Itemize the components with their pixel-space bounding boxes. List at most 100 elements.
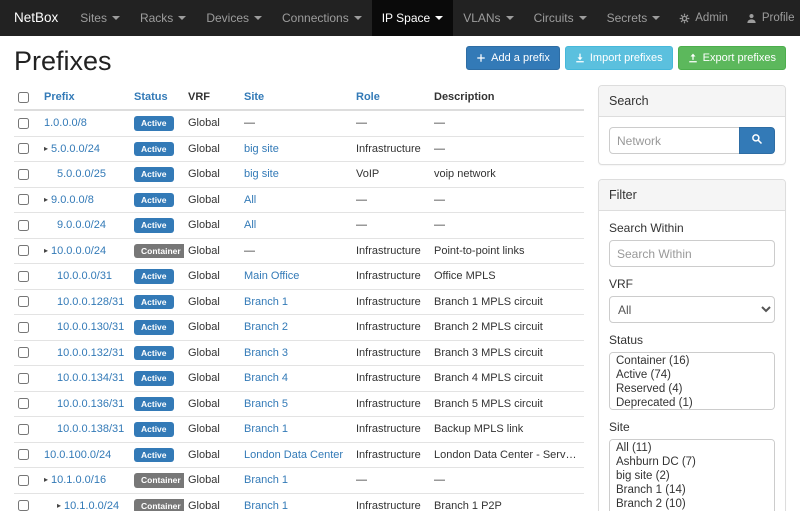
search-input-group — [609, 127, 775, 154]
row-checkbox[interactable] — [18, 296, 29, 307]
prefix-link[interactable]: 10.1.0.0/24 — [64, 500, 119, 511]
site-link[interactable]: Branch 1 — [244, 474, 288, 486]
listbox-option[interactable]: Reserved (4) — [610, 382, 774, 396]
prefix-link[interactable]: 10.0.0.134/31 — [57, 372, 124, 384]
profile-link[interactable]: Profile — [737, 0, 800, 36]
column-header-label[interactable]: Role — [356, 91, 380, 103]
prefix-link[interactable]: 5.0.0.0/25 — [57, 168, 106, 180]
row-select-cell — [14, 187, 40, 213]
listbox-option[interactable]: Container (16) — [610, 354, 774, 368]
listbox-option[interactable]: Active (74) — [610, 368, 774, 382]
caret-down-icon — [354, 16, 362, 20]
listbox-option[interactable]: All (11) — [610, 441, 774, 455]
netbox-app: NetBox Sites Racks Devices Connections IP Sp… — [0, 0, 800, 511]
vrf-select[interactable]: All — [609, 296, 775, 323]
site-link[interactable]: Branch 2 — [244, 321, 288, 333]
nav-item-secrets[interactable]: Secrets — [597, 0, 671, 36]
nav-item-label: Connections — [282, 11, 349, 25]
row-checkbox[interactable] — [18, 271, 29, 282]
column-header-label[interactable]: Status — [134, 91, 168, 103]
prefix-link[interactable]: 10.1.0.0/16 — [51, 474, 106, 486]
site-link[interactable]: Main Office — [244, 270, 299, 282]
role-cell: Infrastructure — [352, 289, 430, 315]
prefix-link[interactable]: 9.0.0.0/24 — [57, 219, 106, 231]
row-checkbox[interactable] — [18, 143, 29, 154]
columns: PrefixStatusVRFSiteRoleDescription 1.0.0… — [14, 85, 786, 511]
search-button[interactable] — [739, 127, 775, 154]
site-link[interactable]: big site — [244, 143, 279, 155]
nav-item-racks[interactable]: Racks — [130, 0, 196, 36]
nav-item-label: Racks — [140, 11, 173, 25]
page-header: Prefixes Add a prefixImport prefixesExpo… — [14, 38, 786, 85]
row-checkbox[interactable] — [18, 220, 29, 231]
listbox-option[interactable]: Ashburn DC (7) — [610, 455, 774, 469]
export-prefixes-button[interactable]: Export prefixes — [678, 46, 786, 70]
description-cell: Branch 5 MPLS circuit — [430, 391, 584, 417]
column-header-label[interactable]: Prefix — [44, 91, 75, 103]
row-checkbox[interactable] — [18, 194, 29, 205]
site-link[interactable]: big site — [244, 168, 279, 180]
search-within-input[interactable] — [609, 240, 775, 267]
row-checkbox[interactable] — [18, 245, 29, 256]
brand-link[interactable]: NetBox — [6, 0, 70, 36]
row-checkbox[interactable] — [18, 347, 29, 358]
column-header-label[interactable]: Site — [244, 91, 264, 103]
row-checkbox[interactable] — [18, 118, 29, 129]
site-link[interactable]: All — [244, 219, 256, 231]
status-listbox[interactable]: Container (16)Active (74)Reserved (4)Dep… — [609, 352, 775, 410]
site-link[interactable]: Branch 1 — [244, 423, 288, 435]
import-prefixes-button[interactable]: Import prefixes — [565, 46, 673, 70]
status-badge: Active — [134, 295, 174, 310]
site-cell: big site — [240, 136, 352, 162]
search-input[interactable] — [609, 127, 740, 154]
table-row: ▸5.0.0.0/24ActiveGlobalbig siteInfrastru… — [14, 136, 584, 162]
prefix-link[interactable]: 9.0.0.0/8 — [51, 194, 94, 206]
row-checkbox[interactable] — [18, 169, 29, 180]
row-checkbox[interactable] — [18, 424, 29, 435]
site-link[interactable]: Branch 4 — [244, 372, 288, 384]
role-cell: — — [352, 468, 430, 494]
prefix-link[interactable]: 5.0.0.0/24 — [51, 143, 100, 155]
nav-item-circuits[interactable]: Circuits — [524, 0, 597, 36]
site-link[interactable]: All — [244, 194, 256, 206]
row-checkbox[interactable] — [18, 322, 29, 333]
site-link[interactable]: London Data Center — [244, 449, 343, 461]
row-select-cell — [14, 162, 40, 188]
row-checkbox[interactable] — [18, 398, 29, 409]
prefix-link[interactable]: 10.0.0.132/31 — [57, 347, 124, 359]
prefix-link[interactable]: 10.0.0.128/31 — [57, 296, 124, 308]
site-link[interactable]: Branch 3 — [244, 347, 288, 359]
site-link[interactable]: Branch 5 — [244, 398, 288, 410]
prefix-link[interactable]: 10.0.0.0/31 — [57, 270, 112, 282]
search-panel: Search — [598, 85, 786, 165]
listbox-option[interactable]: big site (2) — [610, 469, 774, 483]
row-checkbox[interactable] — [18, 373, 29, 384]
listbox-option[interactable]: Deprecated (1) — [610, 396, 774, 410]
select-all-checkbox[interactable] — [18, 92, 29, 103]
listbox-option[interactable]: Branch 1 (14) — [610, 483, 774, 497]
add-a-prefix-button[interactable]: Add a prefix — [466, 46, 560, 70]
nav-item-connections[interactable]: Connections — [272, 0, 372, 36]
nav-item-label: VLANs — [463, 11, 500, 25]
nav-item-ip-space[interactable]: IP Space — [372, 0, 453, 36]
vrf-cell: Global — [184, 187, 240, 213]
nav-item-sites[interactable]: Sites — [70, 0, 130, 36]
nav-item-devices[interactable]: Devices — [196, 0, 272, 36]
prefix-link[interactable]: 1.0.0.0/8 — [44, 117, 87, 129]
site-link[interactable]: Branch 1 — [244, 500, 288, 511]
site-listbox[interactable]: All (11)Ashburn DC (7)big site (2)Branch… — [609, 439, 775, 511]
row-checkbox[interactable] — [18, 449, 29, 460]
nav-item-label: Circuits — [534, 11, 574, 25]
prefix-link[interactable]: 10.0.100.0/24 — [44, 449, 111, 461]
nav-item-vlans[interactable]: VLANs — [453, 0, 523, 36]
prefix-link[interactable]: 10.0.0.130/31 — [57, 321, 124, 333]
prefix-link[interactable]: 10.0.0.0/24 — [51, 245, 106, 257]
admin-link[interactable]: Admin — [670, 0, 737, 36]
listbox-option[interactable]: Branch 2 (10) — [610, 497, 774, 511]
caret-right-icon: ▸ — [44, 475, 48, 484]
prefix-link[interactable]: 10.0.0.136/31 — [57, 398, 124, 410]
row-checkbox[interactable] — [18, 500, 29, 511]
site-link[interactable]: Branch 1 — [244, 296, 288, 308]
prefix-link[interactable]: 10.0.0.138/31 — [57, 423, 124, 435]
row-checkbox[interactable] — [18, 475, 29, 486]
